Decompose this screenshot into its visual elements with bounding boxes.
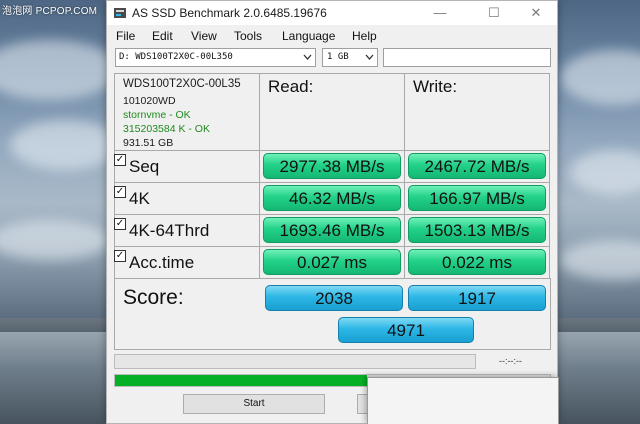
checkmark-icon[interactable]: ✓	[114, 250, 126, 262]
overlay-popup	[367, 377, 559, 424]
test-progress-bar	[114, 354, 476, 369]
checkmark-icon[interactable]: ✓	[114, 154, 126, 166]
close-icon[interactable]: ✕	[521, 3, 551, 23]
score-write: 1917	[408, 285, 546, 311]
minimize-icon[interactable]: —	[425, 3, 455, 23]
result-write-seq: 2467.72 MB/s	[408, 153, 546, 179]
dropdown-arrow-icon	[365, 54, 374, 60]
drive-select-value: D: WDS100T2X0C-00L350	[119, 52, 233, 62]
result-write-4k-64thrd: 1503.13 MB/s	[408, 217, 546, 243]
menu-tools[interactable]: Tools	[234, 29, 262, 43]
menu-edit[interactable]: Edit	[152, 29, 173, 43]
result-read-4k: 46.32 MB/s	[263, 185, 401, 211]
dropdown-arrow-icon	[303, 54, 312, 60]
alignment-status: 315203584 K - OK	[123, 123, 210, 135]
drive-info-panel: WDS100T2X0C-00L35 101020WD stornvme - OK…	[114, 73, 260, 151]
score-total: 4971	[338, 317, 474, 343]
watermark: 泡泡网 PCPOP.COM	[2, 6, 98, 17]
window-title: AS SSD Benchmark 2.0.6485.19676	[132, 6, 327, 20]
drive-model: WDS100T2X0C-00L35	[123, 78, 241, 90]
result-read-4k-64thrd: 1693.46 MB/s	[263, 217, 401, 243]
test-row-4k: ✓ 4K	[114, 182, 260, 215]
extra-input[interactable]	[383, 48, 551, 67]
test-size-value: 1 GB	[327, 52, 349, 62]
title-bar[interactable]: AS SSD Benchmark 2.0.6485.19676 — ☐ ✕	[107, 1, 557, 25]
maximize-icon[interactable]: ☐	[479, 3, 509, 23]
menu-file[interactable]: File	[116, 29, 135, 43]
test-label-4k: 4K	[129, 189, 150, 208]
elapsed-time: --:--:--	[499, 356, 522, 366]
result-write-acc-time: 0.022 ms	[408, 249, 546, 275]
result-write-4k: 166.97 MB/s	[408, 185, 546, 211]
overall-progress-fill	[115, 375, 368, 386]
score-read: 2038	[265, 285, 403, 311]
test-label-acc-time: Acc.time	[129, 253, 195, 272]
drive-capacity: 931.51 GB	[123, 137, 174, 149]
start-button[interactable]: Start	[183, 394, 325, 414]
app-window: AS SSD Benchmark 2.0.6485.19676 — ☐ ✕ Fi…	[106, 0, 559, 424]
result-read-seq: 2977.38 MB/s	[263, 153, 401, 179]
checkmark-icon[interactable]: ✓	[114, 218, 126, 230]
test-row-acc-time: ✓ Acc.time	[114, 246, 260, 279]
menu-language[interactable]: Language	[282, 29, 335, 43]
menu-help[interactable]: Help	[352, 29, 377, 43]
driver-status: stornvme - OK	[123, 109, 191, 121]
test-size-select[interactable]: 1 GB	[322, 48, 378, 67]
test-row-seq: ✓ Seq	[114, 150, 260, 183]
checkmark-icon[interactable]: ✓	[114, 186, 126, 198]
drive-select[interactable]: D: WDS100T2X0C-00L350	[115, 48, 316, 67]
ssd-app-icon	[114, 8, 126, 18]
menu-view[interactable]: View	[191, 29, 217, 43]
drive-firmware: 101020WD	[123, 95, 176, 107]
menu-bar: File Edit View Tools Language Help	[107, 26, 557, 46]
write-header: Write:	[413, 77, 458, 96]
read-header: Read:	[268, 77, 314, 96]
score-label: Score:	[123, 286, 184, 309]
result-read-acc-time: 0.027 ms	[263, 249, 401, 275]
test-row-4k-64thrd: ✓ 4K-64Thrd	[114, 214, 260, 247]
test-label-seq: Seq	[129, 157, 160, 176]
test-label-4k-64thrd: 4K-64Thrd	[129, 221, 210, 240]
